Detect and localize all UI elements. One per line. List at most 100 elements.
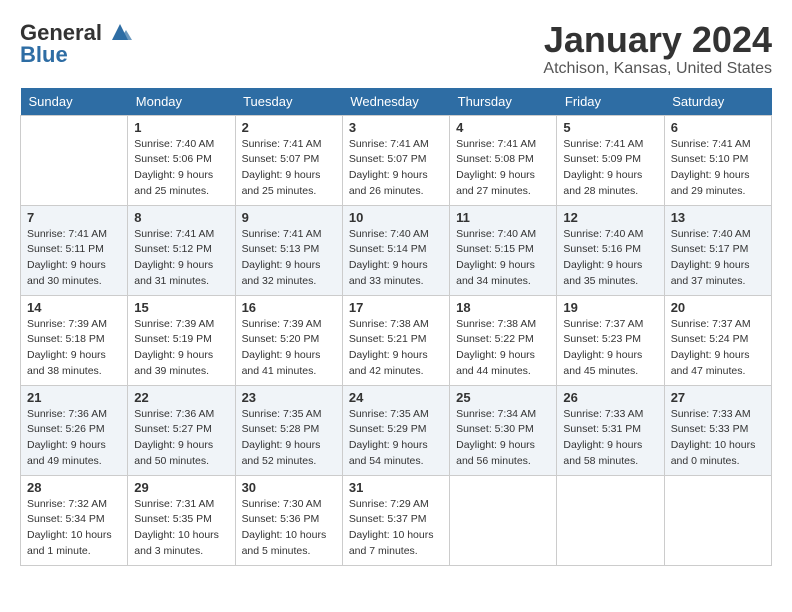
calendar-cell: 30 Sunrise: 7:30 AMSunset: 5:36 PMDayligh…	[235, 475, 342, 565]
calendar-cell: 20Sunrise: 7:37 AMSunset: 5:24 PMDayligh…	[664, 295, 771, 385]
day-info: Sunrise: 7:40 AMSunset: 5:16 PMDaylight:…	[563, 227, 657, 290]
day-info: Sunrise: 7:41 AMSunset: 5:13 PMDaylight:…	[242, 227, 336, 290]
calendar-cell: 3 Sunrise: 7:41 AMSunset: 5:07 PMDaylight…	[342, 115, 449, 205]
calendar-cell: 16Sunrise: 7:39 AMSunset: 5:20 PMDayligh…	[235, 295, 342, 385]
calendar-cell: 31Sunrise: 7:29 AMSunset: 5:37 PMDayligh…	[342, 475, 449, 565]
weekday-header-row: SundayMondayTuesdayWednesdayThursdayFrid…	[21, 88, 772, 116]
day-number: 2	[242, 120, 336, 135]
calendar-cell: 11 Sunrise: 7:40 AMSunset: 5:15 PMDayligh…	[450, 205, 557, 295]
calendar-cell: 19 Sunrise: 7:37 AMSunset: 5:23 PMDayligh…	[557, 295, 664, 385]
calendar-cell: 15 Sunrise: 7:39 AMSunset: 5:19 PMDayligh…	[128, 295, 235, 385]
day-info: Sunrise: 7:39 AMSunset: 5:18 PMDaylight:…	[27, 317, 121, 380]
day-info: Sunrise: 7:40 AMSunset: 5:14 PMDaylight:…	[349, 227, 443, 290]
title-section: January 2024 Atchison, Kansas, United St…	[543, 20, 772, 78]
day-number: 21	[27, 390, 121, 405]
day-info: Sunrise: 7:30 AMSunset: 5:36 PMDaylight:…	[242, 497, 336, 560]
weekday-header-monday: Monday	[128, 88, 235, 116]
calendar-cell: 10 Sunrise: 7:40 AMSunset: 5:14 PMDayligh…	[342, 205, 449, 295]
day-number: 20	[671, 300, 765, 315]
weekday-header-tuesday: Tuesday	[235, 88, 342, 116]
day-info: Sunrise: 7:41 AMSunset: 5:07 PMDaylight:…	[349, 137, 443, 200]
day-number: 27	[671, 390, 765, 405]
day-info: Sunrise: 7:35 AMSunset: 5:28 PMDaylight:…	[242, 407, 336, 470]
weekday-header-wednesday: Wednesday	[342, 88, 449, 116]
day-number: 15	[134, 300, 228, 315]
calendar-cell: 9 Sunrise: 7:41 AMSunset: 5:13 PMDaylight…	[235, 205, 342, 295]
calendar-cell	[557, 475, 664, 565]
calendar-cell: 21 Sunrise: 7:36 AMSunset: 5:26 PMDayligh…	[21, 385, 128, 475]
day-info: Sunrise: 7:41 AMSunset: 5:08 PMDaylight:…	[456, 137, 550, 200]
month-title: January 2024	[543, 20, 772, 60]
calendar-cell	[450, 475, 557, 565]
day-number: 4	[456, 120, 550, 135]
day-info: Sunrise: 7:32 AMSunset: 5:34 PMDaylight:…	[27, 497, 121, 560]
weekday-header-thursday: Thursday	[450, 88, 557, 116]
day-number: 8	[134, 210, 228, 225]
calendar-cell: 25 Sunrise: 7:34 AMSunset: 5:30 PMDayligh…	[450, 385, 557, 475]
day-number: 1	[134, 120, 228, 135]
day-info: Sunrise: 7:36 AMSunset: 5:26 PMDaylight:…	[27, 407, 121, 470]
day-info: Sunrise: 7:39 AMSunset: 5:19 PMDaylight:…	[134, 317, 228, 380]
calendar-cell: 17 Sunrise: 7:38 AMSunset: 5:21 PMDayligh…	[342, 295, 449, 385]
day-number: 28	[27, 480, 121, 495]
weekday-header-saturday: Saturday	[664, 88, 771, 116]
day-number: 18	[456, 300, 550, 315]
calendar-cell: 13 Sunrise: 7:40 AMSunset: 5:17 PMDayligh…	[664, 205, 771, 295]
day-info: Sunrise: 7:41 AMSunset: 5:09 PMDaylight:…	[563, 137, 657, 200]
calendar-week-row-1: 1 Sunrise: 7:40 AMSunset: 5:06 PMDaylight…	[21, 115, 772, 205]
day-info: Sunrise: 7:41 AMSunset: 5:12 PMDaylight:…	[134, 227, 228, 290]
calendar-cell: 2Sunrise: 7:41 AMSunset: 5:07 PMDaylight…	[235, 115, 342, 205]
day-info: Sunrise: 7:31 AMSunset: 5:35 PMDaylight:…	[134, 497, 228, 560]
calendar-cell: 29Sunrise: 7:31 AMSunset: 5:35 PMDayligh…	[128, 475, 235, 565]
calendar-cell: 24 Sunrise: 7:35 AMSunset: 5:29 PMDayligh…	[342, 385, 449, 475]
calendar-cell: 1 Sunrise: 7:40 AMSunset: 5:06 PMDaylight…	[128, 115, 235, 205]
calendar-cell: 14Sunrise: 7:39 AMSunset: 5:18 PMDayligh…	[21, 295, 128, 385]
day-number: 16	[242, 300, 336, 315]
day-number: 10	[349, 210, 443, 225]
weekday-header-friday: Friday	[557, 88, 664, 116]
day-number: 7	[27, 210, 121, 225]
day-number: 24	[349, 390, 443, 405]
calendar-cell: 26Sunrise: 7:33 AMSunset: 5:31 PMDayligh…	[557, 385, 664, 475]
day-number: 11	[456, 210, 550, 225]
day-number: 25	[456, 390, 550, 405]
day-number: 5	[563, 120, 657, 135]
day-number: 23	[242, 390, 336, 405]
calendar-cell: 12 Sunrise: 7:40 AMSunset: 5:16 PMDayligh…	[557, 205, 664, 295]
day-info: Sunrise: 7:35 AMSunset: 5:29 PMDaylight:…	[349, 407, 443, 470]
calendar-cell: 5 Sunrise: 7:41 AMSunset: 5:09 PMDaylight…	[557, 115, 664, 205]
day-info: Sunrise: 7:40 AMSunset: 5:17 PMDaylight:…	[671, 227, 765, 290]
day-info: Sunrise: 7:40 AMSunset: 5:15 PMDaylight:…	[456, 227, 550, 290]
day-number: 17	[349, 300, 443, 315]
day-number: 31	[349, 480, 443, 495]
calendar-cell: 7Sunrise: 7:41 AMSunset: 5:11 PMDaylight…	[21, 205, 128, 295]
page-header: General Blue January 2024 Atchison, Kans…	[20, 20, 772, 78]
logo-icon	[106, 22, 134, 44]
calendar-week-row-5: 28 Sunrise: 7:32 AMSunset: 5:34 PMDayligh…	[21, 475, 772, 565]
calendar-cell	[21, 115, 128, 205]
calendar-cell: 6Sunrise: 7:41 AMSunset: 5:10 PMDaylight…	[664, 115, 771, 205]
logo-blue: Blue	[20, 42, 68, 68]
day-number: 12	[563, 210, 657, 225]
day-info: Sunrise: 7:37 AMSunset: 5:23 PMDaylight:…	[563, 317, 657, 380]
day-number: 13	[671, 210, 765, 225]
day-number: 3	[349, 120, 443, 135]
weekday-header-sunday: Sunday	[21, 88, 128, 116]
day-number: 19	[563, 300, 657, 315]
calendar-week-row-2: 7Sunrise: 7:41 AMSunset: 5:11 PMDaylight…	[21, 205, 772, 295]
calendar-cell: 8 Sunrise: 7:41 AMSunset: 5:12 PMDaylight…	[128, 205, 235, 295]
day-info: Sunrise: 7:33 AMSunset: 5:33 PMDaylight:…	[671, 407, 765, 470]
day-number: 9	[242, 210, 336, 225]
logo: General Blue	[20, 20, 134, 68]
calendar-cell: 4 Sunrise: 7:41 AMSunset: 5:08 PMDaylight…	[450, 115, 557, 205]
calendar-week-row-3: 14Sunrise: 7:39 AMSunset: 5:18 PMDayligh…	[21, 295, 772, 385]
calendar-cell: 22Sunrise: 7:36 AMSunset: 5:27 PMDayligh…	[128, 385, 235, 475]
day-info: Sunrise: 7:38 AMSunset: 5:21 PMDaylight:…	[349, 317, 443, 380]
day-info: Sunrise: 7:34 AMSunset: 5:30 PMDaylight:…	[456, 407, 550, 470]
day-info: Sunrise: 7:38 AMSunset: 5:22 PMDaylight:…	[456, 317, 550, 380]
calendar-cell: 23 Sunrise: 7:35 AMSunset: 5:28 PMDayligh…	[235, 385, 342, 475]
calendar-cell: 18 Sunrise: 7:38 AMSunset: 5:22 PMDayligh…	[450, 295, 557, 385]
day-number: 30	[242, 480, 336, 495]
day-info: Sunrise: 7:40 AMSunset: 5:06 PMDaylight:…	[134, 137, 228, 200]
calendar-week-row-4: 21 Sunrise: 7:36 AMSunset: 5:26 PMDayligh…	[21, 385, 772, 475]
